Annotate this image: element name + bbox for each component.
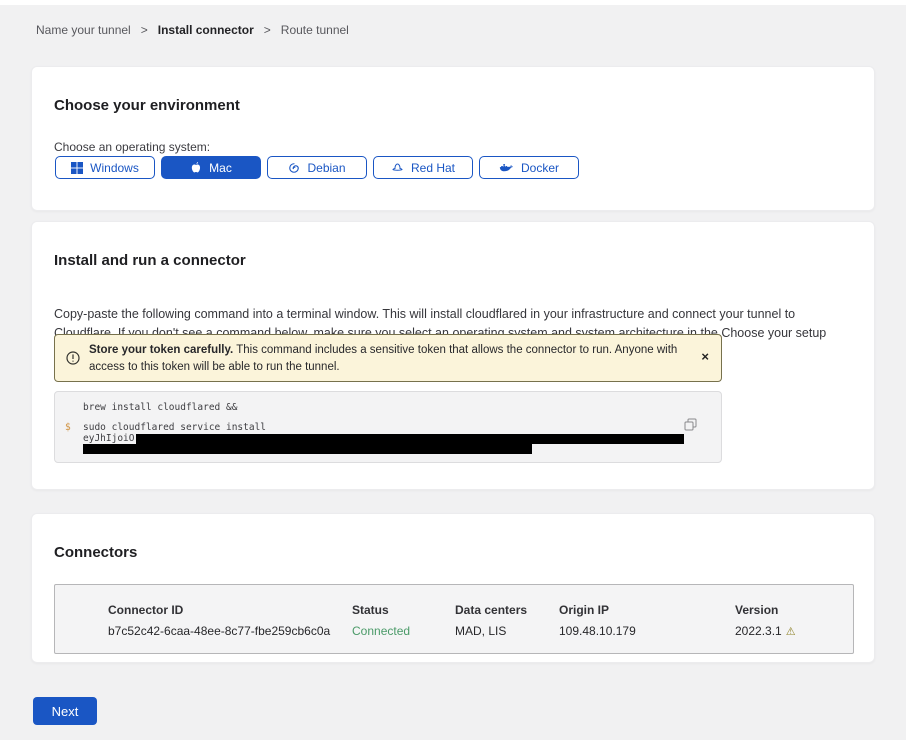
circled-exclamation-icon	[66, 351, 80, 370]
connectors-card: Connectors Connector ID Status Data cent…	[31, 513, 875, 663]
version-value: 2022.3.1 ⚠	[735, 624, 796, 638]
token-warning-banner: Store your token carefully. This command…	[54, 334, 722, 382]
code-line-token: eyJhIjoiO	[83, 433, 684, 444]
column-header-origin-ip: Origin IP	[559, 603, 609, 617]
os-button-label: Debian	[307, 161, 345, 175]
token-redaction-bar	[83, 444, 532, 454]
connector-id-value: b7c52c42-6caa-48ee-8c77-fbe259cb6c0a	[108, 624, 330, 638]
os-button-windows[interactable]: Windows	[55, 156, 155, 179]
code-line-brew: brew install cloudflared &&	[83, 402, 237, 413]
os-button-docker[interactable]: Docker	[479, 156, 579, 179]
os-button-label: Mac	[209, 161, 232, 175]
breadcrumb-separator: >	[264, 23, 271, 37]
windows-icon	[71, 162, 83, 174]
docker-icon	[499, 162, 514, 174]
environment-card-title: Choose your environment	[54, 97, 240, 114]
install-connector-card: Install and run a connector Copy-paste t…	[31, 221, 875, 490]
column-header-data-centers: Data centers	[455, 603, 527, 617]
os-button-debian[interactable]: Debian	[267, 156, 367, 179]
debian-icon	[288, 162, 300, 174]
os-button-label: Docker	[521, 161, 559, 175]
data-centers-value: MAD, LIS	[455, 624, 506, 638]
status-badge: Connected	[352, 624, 410, 638]
os-button-group: Windows Mac Debian	[55, 156, 579, 179]
token-warning-text: Store your token carefully. This command…	[89, 342, 689, 376]
breadcrumb-separator: >	[141, 23, 148, 37]
column-header-connector-id: Connector ID	[108, 603, 183, 617]
os-button-mac[interactable]: Mac	[161, 156, 261, 179]
breadcrumb-step-route-tunnel[interactable]: Route tunnel	[281, 23, 349, 37]
connectors-card-title: Connectors	[54, 544, 137, 561]
os-button-redhat[interactable]: Red Hat	[373, 156, 473, 179]
shell-prompt: $	[65, 422, 71, 433]
code-line-service-install: sudo cloudflared service install	[83, 422, 266, 433]
breadcrumb: Name your tunnel > Install connector > R…	[36, 23, 349, 37]
connectors-table: Connector ID Status Data centers Origin …	[54, 584, 854, 654]
column-header-version: Version	[735, 603, 778, 617]
breadcrumb-step-name-your-tunnel[interactable]: Name your tunnel	[36, 23, 131, 37]
redhat-icon	[391, 162, 404, 174]
close-icon[interactable]: ×	[701, 350, 709, 363]
top-strip	[0, 0, 906, 5]
warning-triangle-icon: ⚠	[786, 626, 796, 638]
apple-icon	[190, 161, 202, 174]
copy-icon[interactable]	[684, 418, 697, 434]
origin-ip-value: 109.48.10.179	[559, 624, 636, 638]
install-command-codeblock: brew install cloudflared && $ sudo cloud…	[54, 391, 722, 463]
column-header-status: Status	[352, 603, 389, 617]
token-warning-title: Store your token carefully.	[89, 344, 233, 356]
os-button-label: Red Hat	[411, 161, 455, 175]
environment-card: Choose your environment Choose an operat…	[31, 66, 875, 211]
os-select-label: Choose an operating system:	[54, 140, 210, 154]
breadcrumb-step-install-connector[interactable]: Install connector	[158, 23, 254, 37]
os-button-label: Windows	[90, 161, 139, 175]
install-card-title: Install and run a connector	[54, 252, 246, 269]
version-number: 2022.3.1	[735, 624, 782, 638]
next-button[interactable]: Next	[33, 697, 97, 725]
token-prefix: eyJhIjoiO	[83, 433, 134, 444]
token-redaction-bar	[136, 434, 684, 444]
